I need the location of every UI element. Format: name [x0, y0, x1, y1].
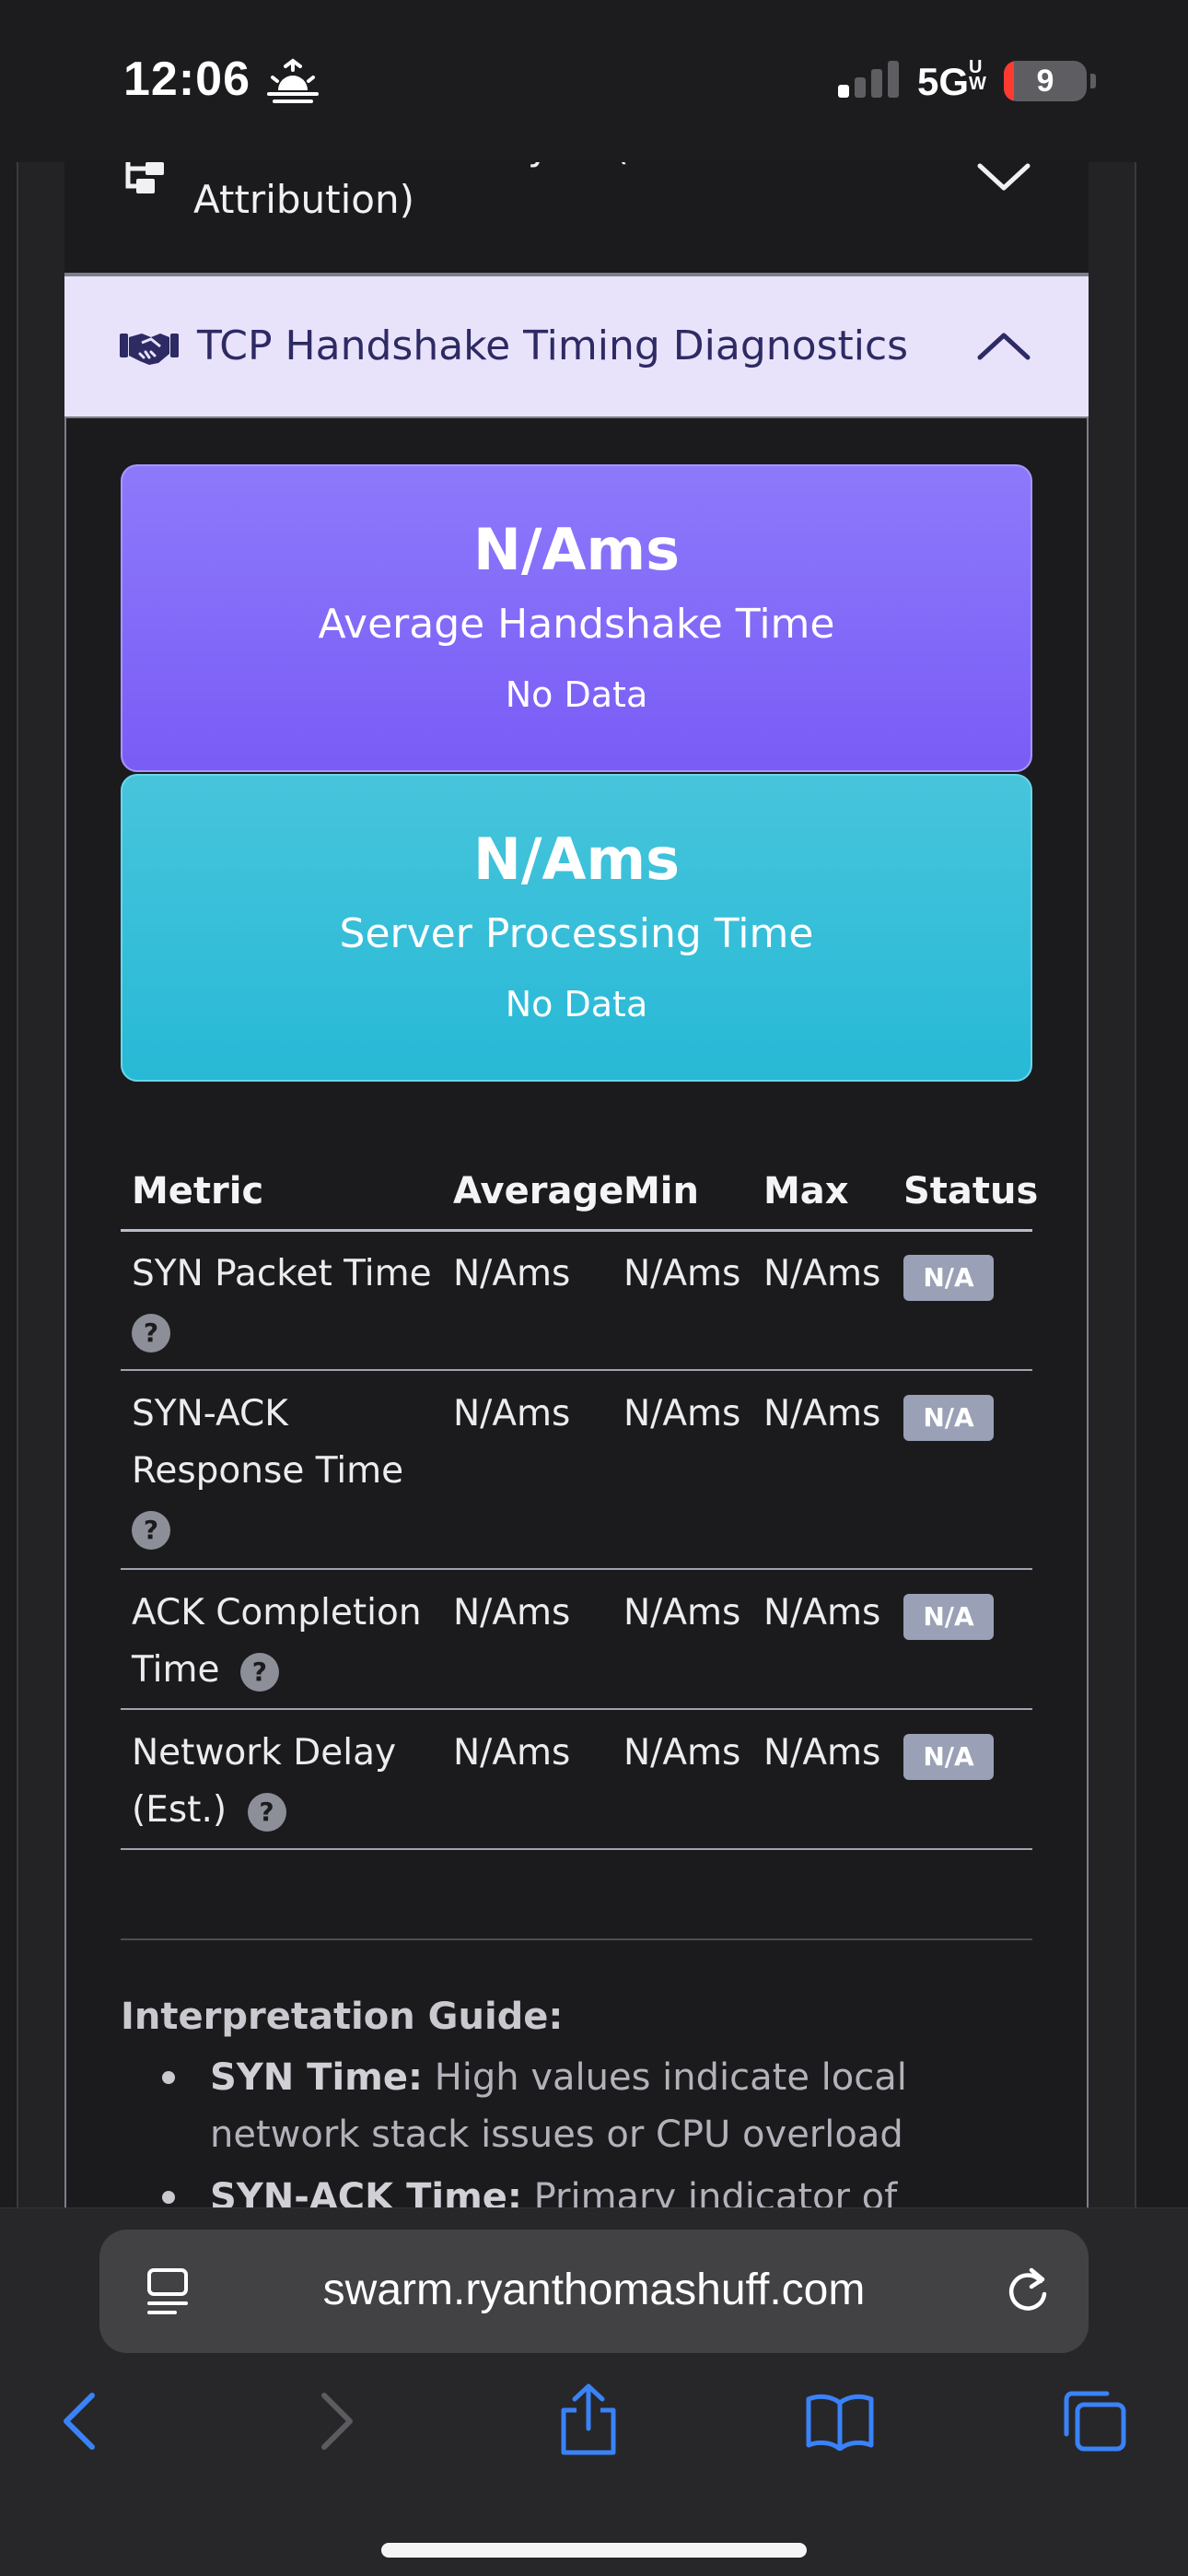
table-cell-max: N/Ams: [763, 1592, 881, 1633]
table-cell-average: N/Ams: [453, 1592, 571, 1633]
metric-name-cont: Time: [132, 1649, 220, 1691]
guide-item: SYN Time: High values indicate local net…: [158, 2049, 1015, 2163]
metric-card-status: No Data: [505, 984, 648, 1025]
page-menu-icon[interactable]: [144, 2266, 192, 2318]
chevron-up-icon[interactable]: [976, 330, 1031, 363]
status-badge: N/A: [903, 1594, 994, 1640]
metric-name: SYN-ACK: [132, 1393, 288, 1434]
reload-icon[interactable]: [1004, 2263, 1052, 2318]
metric-card-value: N/Ams: [472, 825, 681, 893]
table-cell-min: N/Ams: [623, 1592, 741, 1633]
cellular-signal-icon: [838, 61, 899, 98]
table-header-max: Max: [763, 1170, 849, 1212]
metric-name-cont: (Est.): [132, 1789, 227, 1831]
handshake-icon: [120, 334, 179, 365]
battery-cap: [1090, 74, 1096, 88]
table-header-average: Average: [453, 1170, 624, 1212]
metric-name-cont: Response Time: [132, 1450, 404, 1492]
table-cell-max: N/Ams: [763, 1732, 881, 1774]
table-cell-metric: ACK Completion Time ?: [132, 1585, 436, 1699]
metric-card-status: No Data: [505, 674, 648, 715]
battery-level: 9: [1036, 64, 1054, 99]
network-type: 5GUW: [917, 57, 991, 104]
home-indicator[interactable]: [381, 2543, 807, 2558]
section-divider: [121, 1938, 1032, 1940]
table-cell-average: N/Ams: [453, 1393, 571, 1434]
guide-title: Interpretation Guide:: [121, 1996, 564, 2038]
status-badge: N/A: [903, 1734, 994, 1780]
guide-term: SYN Time:: [210, 2056, 423, 2099]
metric-card-server-processing: N/Ams Server Processing Time No Data: [121, 774, 1032, 1082]
status-badge: N/A: [903, 1255, 994, 1301]
metric-name: SYN Packet Time: [132, 1253, 432, 1294]
network-suffix: UW: [969, 57, 986, 94]
status-bar: 12:06 5GUW 9: [0, 0, 1188, 162]
table-cell-max: N/Ams: [763, 1253, 881, 1294]
table-row-divider: [121, 1369, 1032, 1371]
page-margin-left: [18, 162, 64, 2207]
url-text[interactable]: swarm.ryanthomashuff.com: [212, 2263, 976, 2318]
table-cell-metric: SYN-ACK Response Time ?: [132, 1386, 436, 1557]
sunrise-icon: [267, 58, 319, 103]
metric-name: Network Delay: [132, 1732, 397, 1774]
table-cell-max: N/Ams: [763, 1393, 881, 1434]
chevron-down-icon[interactable]: [976, 160, 1031, 193]
page-margin-right: [1087, 162, 1135, 2207]
bookmarks-icon[interactable]: [805, 2392, 875, 2451]
help-icon[interactable]: ?: [132, 1313, 170, 1352]
forward-icon[interactable]: [317, 2392, 357, 2451]
table-bottom-rule: [121, 1848, 1032, 1850]
status-time: 12:06: [123, 53, 250, 106]
table-cell-metric: SYN Packet Time ?: [132, 1246, 436, 1360]
share-icon[interactable]: [556, 2383, 621, 2456]
metric-card-value: N/Ams: [472, 516, 681, 583]
table-header-status: Status: [903, 1170, 1039, 1212]
table-header-rule: [121, 1229, 1032, 1232]
metric-name: ACK Completion: [132, 1592, 422, 1633]
help-icon[interactable]: ?: [132, 1510, 170, 1550]
table-header-metric: Metric: [132, 1170, 264, 1212]
table-header-min: Min: [623, 1170, 699, 1212]
help-icon[interactable]: ?: [247, 1792, 286, 1832]
help-icon[interactable]: ?: [239, 1652, 279, 1692]
back-icon[interactable]: [59, 2392, 99, 2451]
table-cell-min: N/Ams: [623, 1732, 741, 1774]
metric-card-average-handshake: N/Ams Average Handshake Time No Data: [121, 464, 1032, 772]
metric-card-label: Server Processing Time: [339, 910, 814, 957]
table-row-divider: [121, 1708, 1032, 1710]
tabs-icon[interactable]: [1061, 2390, 1127, 2453]
table-cell-average: N/Ams: [453, 1253, 571, 1294]
table-cell-average: N/Ams: [453, 1732, 571, 1774]
table-cell-min: N/Ams: [623, 1253, 741, 1294]
table-cell-metric: Network Delay (Est.) ?: [132, 1725, 436, 1839]
table-cell-min: N/Ams: [623, 1393, 741, 1434]
table-row-divider: [121, 1568, 1032, 1570]
status-badge: N/A: [903, 1395, 994, 1441]
metric-card-label: Average Handshake Time: [318, 601, 835, 648]
accordion-active-title: TCP Handshake Timing Diagnostics: [197, 322, 909, 369]
battery-icon: 9: [1004, 61, 1087, 101]
